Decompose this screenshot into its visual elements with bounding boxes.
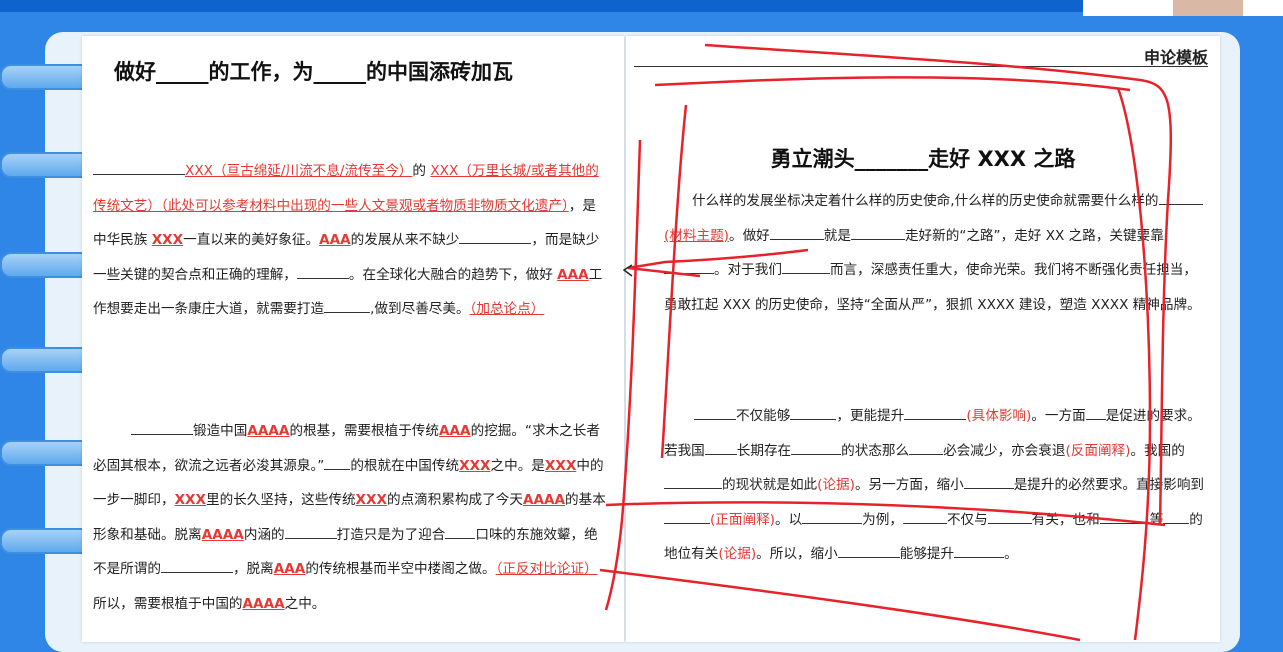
ink-stroke bbox=[627, 248, 809, 278]
ink-stroke bbox=[1116, 87, 1152, 641]
ink-stroke bbox=[605, 501, 1166, 527]
ink-stroke bbox=[654, 76, 1131, 92]
ink-stroke bbox=[599, 568, 1081, 642]
ink-annotation-layer bbox=[599, 43, 1173, 642]
ink-stroke bbox=[604, 139, 642, 611]
ink-stroke bbox=[704, 43, 1173, 526]
ink-stroke bbox=[660, 104, 688, 459]
